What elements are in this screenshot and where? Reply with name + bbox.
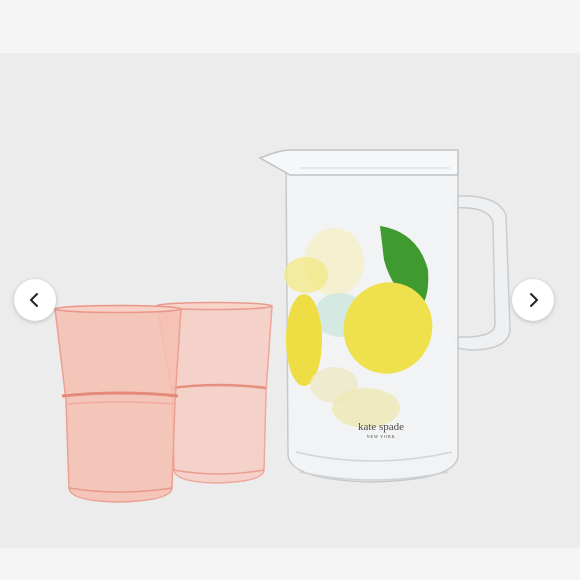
header-band	[0, 0, 580, 53]
footer-band	[0, 548, 580, 580]
chevron-left-icon	[27, 292, 43, 308]
brand-logo-subtitle: NEW YORK	[367, 434, 396, 439]
next-image-button[interactable]	[512, 279, 554, 321]
chevron-right-icon	[525, 292, 541, 308]
product-image-viewer: kate spade NEW YORK	[0, 0, 580, 580]
previous-image-button[interactable]	[14, 279, 56, 321]
product-photo: kate spade NEW YORK	[0, 53, 580, 548]
glass-tumbler-front	[54, 304, 182, 503]
brand-logo-wordmark: kate spade	[358, 421, 404, 433]
